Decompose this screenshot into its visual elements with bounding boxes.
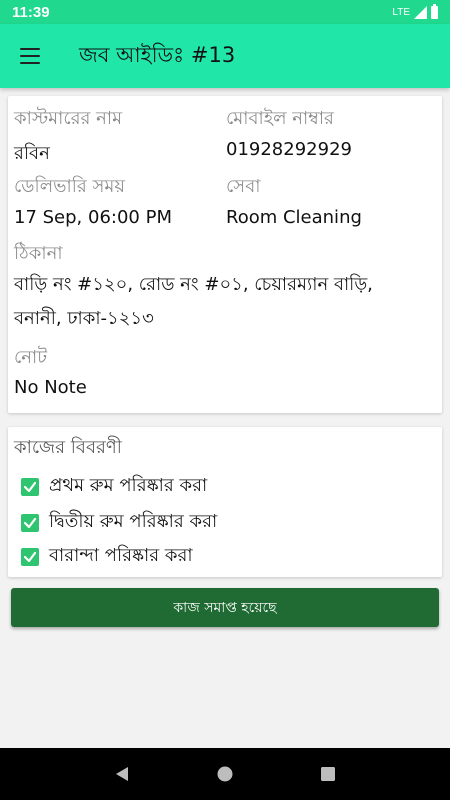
task-item[interactable]: দ্বিতীয় রুম পরিষ্কার করা: [21, 507, 217, 538]
home-button[interactable]: [205, 754, 245, 794]
mobile-label: মোবাইল নাম্বার: [226, 108, 334, 129]
customer-name-label: কাস্টমারের নাম: [14, 108, 123, 129]
status-time: 11:39: [12, 3, 50, 21]
task-list-title: কাজের বিবরণী: [14, 437, 122, 458]
back-button[interactable]: [102, 754, 142, 794]
mobile-value: 01928292929: [226, 139, 352, 160]
job-complete-button[interactable]: কাজ সমাপ্ত হয়েছে: [11, 588, 439, 627]
status-indicators: LTE: [392, 3, 438, 19]
service-label: সেবা: [226, 176, 261, 197]
task-item[interactable]: বারান্দা পরিষ্কার করা: [21, 541, 193, 572]
address-label: ঠিকানা: [14, 243, 63, 264]
signal-icon: [414, 5, 427, 19]
home-circle-icon: [217, 766, 233, 782]
network-type: LTE: [392, 6, 410, 18]
delivery-time-label: ডেলিভারি সময়: [14, 176, 126, 197]
delivery-time-value: 17 Sep, 06:00 PM: [14, 207, 172, 228]
check-icon: [23, 551, 37, 562]
status-bar: 11:39 LTE: [0, 0, 450, 24]
job-details-card: কাস্টমারের নাম মোবাইল নাম্বার রবিন 01928…: [8, 96, 442, 413]
note-label: নোট: [14, 347, 48, 368]
checkbox-checked[interactable]: [21, 513, 39, 532]
menu-button[interactable]: [0, 24, 60, 88]
checkbox-checked[interactable]: [21, 547, 39, 566]
check-icon: [23, 517, 37, 528]
address-value: বাড়ি নং #১২০, রোড নং #০১, চেয়ারম্যান ব…: [14, 274, 373, 329]
task-label: বারান্দা পরিষ্কার করা: [49, 545, 193, 566]
service-value: Room Cleaning: [226, 207, 362, 228]
page-title: জব আইডিঃ #13: [79, 42, 236, 67]
system-nav-bar: [0, 748, 450, 800]
task-label: দ্বিতীয় রুম পরিষ্কার করা: [49, 511, 218, 532]
task-list-card: কাজের বিবরণী প্রথম রুম পরিষ্কার করা দ্বি…: [8, 427, 442, 577]
hamburger-menu-icon: [20, 48, 40, 64]
check-icon: [23, 481, 37, 492]
back-triangle-icon: [115, 767, 128, 781]
customer-name-value: রবিন: [14, 143, 50, 164]
task-label: প্রথম রুম পরিষ্কার করা: [49, 475, 208, 496]
battery-icon: [431, 3, 438, 19]
recents-square-icon: [321, 767, 336, 781]
task-item[interactable]: প্রথম রুম পরিষ্কার করা: [21, 471, 207, 502]
app-bar: জব আইডিঃ #13: [0, 24, 450, 88]
checkbox-checked[interactable]: [21, 477, 39, 496]
recents-button[interactable]: [308, 754, 348, 794]
note-value: No Note: [14, 377, 87, 398]
